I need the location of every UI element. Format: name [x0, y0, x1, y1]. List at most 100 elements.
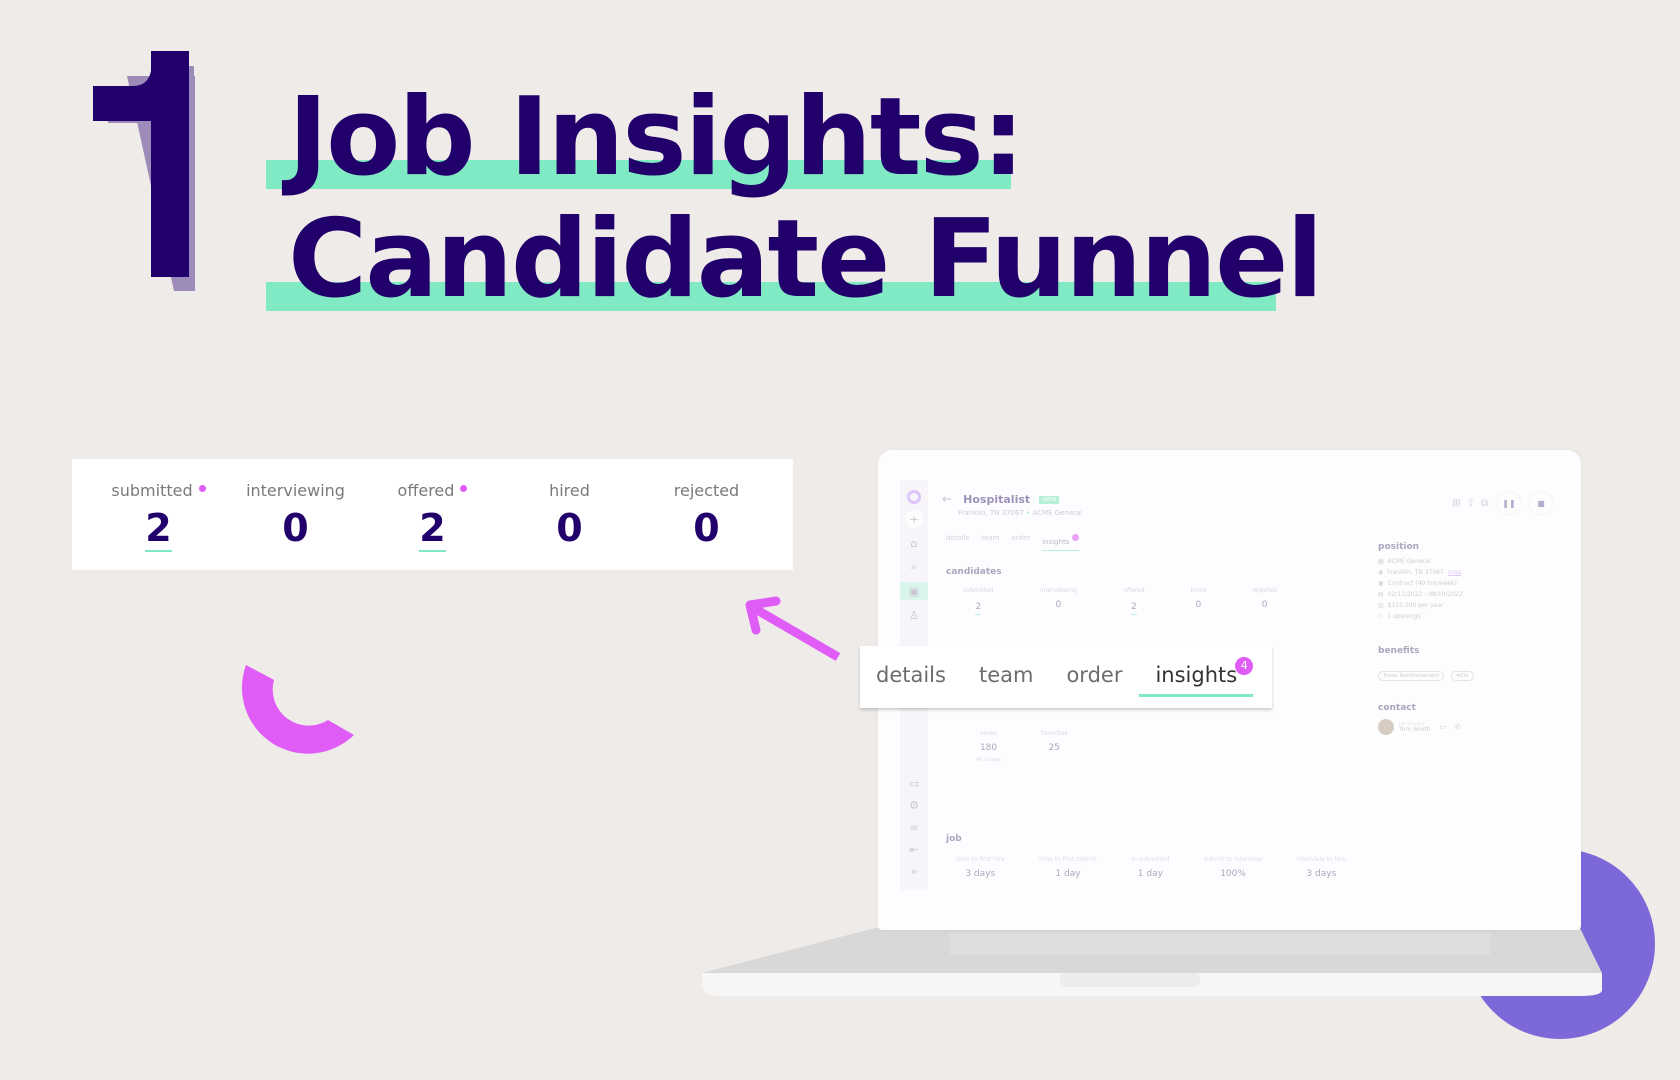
search-icon[interactable]: ⌕ — [905, 558, 923, 576]
avatar — [1378, 719, 1394, 735]
dates-row: ▤ 02/11/2022 - 08/10/2022 — [1378, 591, 1492, 598]
page-title: Job Insights: — [288, 75, 1025, 200]
stat-value: 0 — [1195, 600, 1202, 610]
step-number — [93, 51, 213, 296]
logout-icon[interactable]: ⇤ — [905, 840, 923, 858]
job-client: ACME General — [1032, 509, 1083, 517]
tab-details[interactable]: details — [946, 534, 969, 551]
briefcase-icon[interactable]: ▣ — [900, 582, 928, 600]
stat-value-link[interactable]: 2 — [145, 508, 172, 552]
map-link[interactable]: map — [1448, 569, 1461, 576]
tab-label: insights — [1155, 663, 1238, 687]
sidebar-bottom: ▭ ⚙ ∞ ⇤ » — [905, 774, 923, 880]
tab-team[interactable]: team — [981, 534, 999, 551]
job-type: Contract (40 hrs/week) — [1387, 580, 1457, 587]
job-header: ← Hospitalist OPEN Franklin, TN 37067 • … — [942, 488, 1082, 517]
duplicate-icon[interactable]: ⧉ — [1481, 498, 1488, 509]
contact-info: job manager Tom Smith — [1399, 721, 1431, 733]
stat-label: views — [980, 730, 998, 737]
tab-order[interactable]: order — [1066, 663, 1122, 687]
tab-team[interactable]: team — [979, 663, 1033, 687]
stat-value: 0 — [1261, 600, 1268, 610]
openings-text: 1 openings — [1387, 613, 1421, 620]
stat-label: time to first submit — [1039, 856, 1097, 863]
section-title-candidates: candidates — [946, 567, 1002, 577]
job-stat: interview to hire 3 days — [1297, 856, 1346, 879]
numeral-one-graphic — [93, 51, 195, 291]
stat-label: offered — [397, 481, 455, 500]
link-icon[interactable]: ∞ — [905, 818, 923, 836]
contact-card: contact job manager Tom Smith ▭ ✆ — [1370, 697, 1500, 741]
insights-main: details team order insights candidates s… — [940, 534, 1360, 884]
message-icon[interactable]: ▭ — [1440, 723, 1447, 731]
candidate-stat: interviewing 0 — [1040, 587, 1077, 615]
stat-label: hired — [1190, 587, 1207, 594]
person-icon[interactable]: ♙ — [905, 606, 923, 624]
views-stat: views 180 40 unique — [976, 730, 1001, 763]
stat-sublabel: 40 unique — [976, 757, 1002, 763]
pin-icon: ◉ — [1378, 569, 1384, 576]
stat-value: 0 — [693, 506, 720, 550]
candidate-stats: submitted 2 interviewing 0 offered 2 hired 0… — [940, 587, 1300, 615]
pointer-arrow-icon — [745, 596, 841, 661]
benefit-chip: Travel Reimbursement — [1378, 671, 1445, 681]
stat-label: submitted — [963, 587, 994, 594]
job-stat: time to first submit 1 day — [1039, 856, 1097, 879]
plus-icon[interactable]: + — [905, 510, 923, 528]
expand-icon[interactable]: » — [905, 862, 923, 880]
home-icon[interactable]: ⌂ — [905, 534, 923, 552]
stat-label: rejected — [673, 481, 740, 500]
phone-icon[interactable]: ✆ — [1455, 723, 1461, 731]
salary-text: $125,000 per year — [1387, 602, 1444, 609]
stat-value: 3 days — [965, 869, 996, 879]
tab-insights[interactable]: insights — [1042, 534, 1079, 551]
calendar-icon: ▤ — [1378, 591, 1384, 598]
job-metrics: job time to first hire 3 days time to fir… — [946, 834, 1366, 879]
stat-value: 1 day — [1137, 869, 1163, 879]
logo-icon[interactable] — [907, 490, 921, 504]
job-details-panel: position ▦ ACME General ◉ Franklin, TN 370… — [1370, 536, 1500, 751]
job-stat: in submitted 1 day — [1131, 856, 1169, 879]
money-icon: ▥ — [1378, 602, 1384, 609]
add-note-icon[interactable]: ⊞ — [1452, 498, 1460, 509]
new-activity-dot — [460, 485, 468, 492]
tabs-callout: details team order insights 4 — [860, 646, 1272, 708]
new-activity-dot — [198, 485, 206, 492]
stat-value: 3 days — [1306, 869, 1337, 879]
stat-value-link[interactable]: 2 — [419, 508, 446, 552]
section-title-job: job — [946, 834, 962, 844]
page-subtitle: Candidate Funnel — [288, 197, 1323, 322]
pause-button[interactable]: ❚❚ — [1498, 492, 1520, 514]
tab-order[interactable]: order — [1012, 534, 1031, 551]
favorites-stat: favorites 25 — [1041, 730, 1067, 763]
stat-value-link[interactable]: 2 — [1130, 602, 1137, 615]
stop-button[interactable]: ■ — [1530, 492, 1552, 514]
share-icon[interactable]: ⇪ — [1466, 498, 1474, 509]
laptop-base — [700, 928, 1602, 1000]
funnel-stat-interviewing: interviewing 0 — [231, 459, 361, 570]
stat-value: 1 day — [1055, 869, 1081, 879]
stat-label: time to first hire — [956, 856, 1005, 863]
tab-insights[interactable]: insights 4 — [1139, 657, 1254, 697]
salary-row: ▥ $125,000 per year — [1378, 602, 1492, 609]
card-title: benefits — [1378, 646, 1420, 656]
chat-icon[interactable]: ▭ — [905, 774, 923, 792]
type-row: ▣ Contract (40 hrs/week) — [1378, 580, 1492, 587]
stat-value: 25 — [1048, 743, 1060, 753]
candidate-stat: rejected 0 — [1252, 587, 1277, 615]
header-actions: ⊞ ⇪ ⧉ ❚❚ ■ — [1452, 492, 1552, 514]
stat-label: interview to hire — [1296, 856, 1346, 863]
benefit-chip: 401k — [1451, 671, 1474, 681]
funnel-stat-offered: offered 2 — [368, 459, 498, 570]
tab-details[interactable]: details — [876, 663, 946, 687]
stat-value: 0 — [556, 506, 583, 550]
app-tabs: details team order insights — [940, 534, 1360, 551]
tab-label: insights — [1042, 538, 1070, 546]
stat-value: 0 — [282, 506, 309, 550]
job-location: Franklin, TN 37067 — [958, 509, 1024, 517]
people-icon: ⚇ — [1378, 613, 1384, 620]
job-title: Hospitalist — [963, 493, 1031, 506]
stat-value-link[interactable]: 2 — [975, 602, 982, 615]
gear-icon[interactable]: ⚙ — [905, 796, 923, 814]
back-arrow-icon[interactable]: ← — [942, 492, 952, 506]
